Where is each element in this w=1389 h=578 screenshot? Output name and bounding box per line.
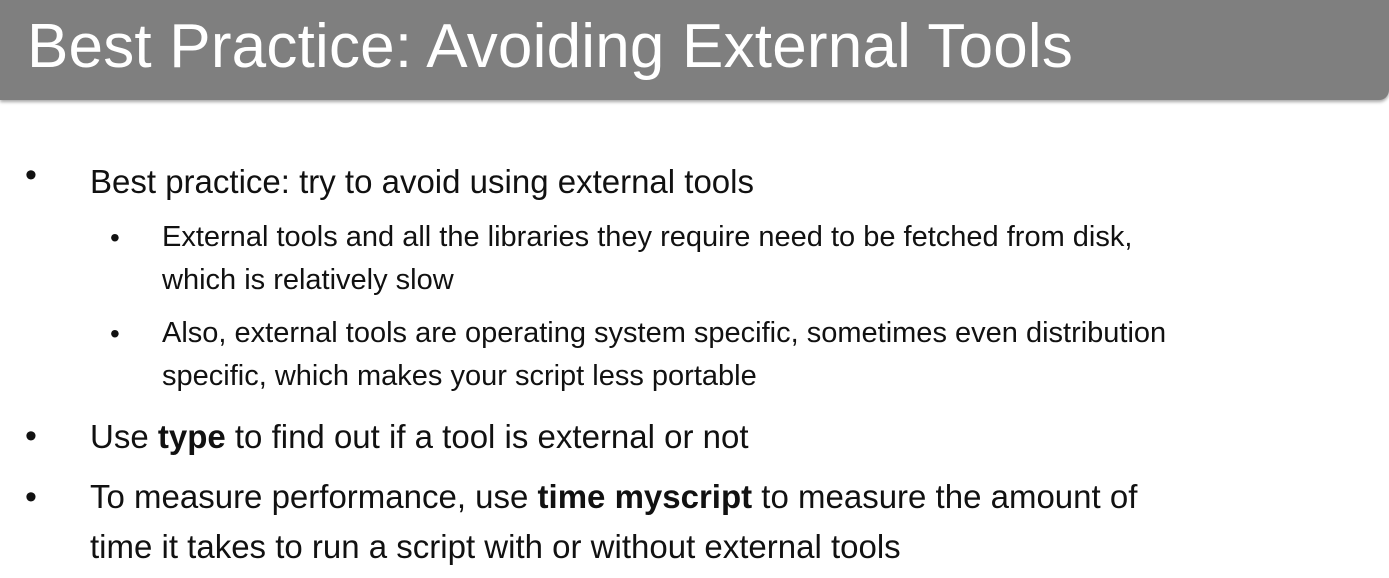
bullet-marker: • <box>110 222 120 253</box>
bullet-marker: • <box>110 318 120 349</box>
bullet-marker: • <box>25 417 37 455</box>
sub-bullet-text: External tools and all the libraries the… <box>162 221 1133 296</box>
command-type: type <box>157 418 226 455</box>
bullet-marker: • <box>25 156 37 194</box>
bullet-text: Best practice: try to avoid using extern… <box>90 163 754 200</box>
sub-bullet-text: Also, external tools are operating syste… <box>162 317 1167 392</box>
bullet-text: To measure performance, use time myscrip… <box>90 478 1138 565</box>
command-time-myscript: time myscript <box>537 478 753 515</box>
bullet-text: Use type to find out if a tool is extern… <box>90 418 749 455</box>
bullet-marker: • <box>25 478 37 516</box>
slide-content: • Best practice: try to avoid using exte… <box>0 0 1389 578</box>
